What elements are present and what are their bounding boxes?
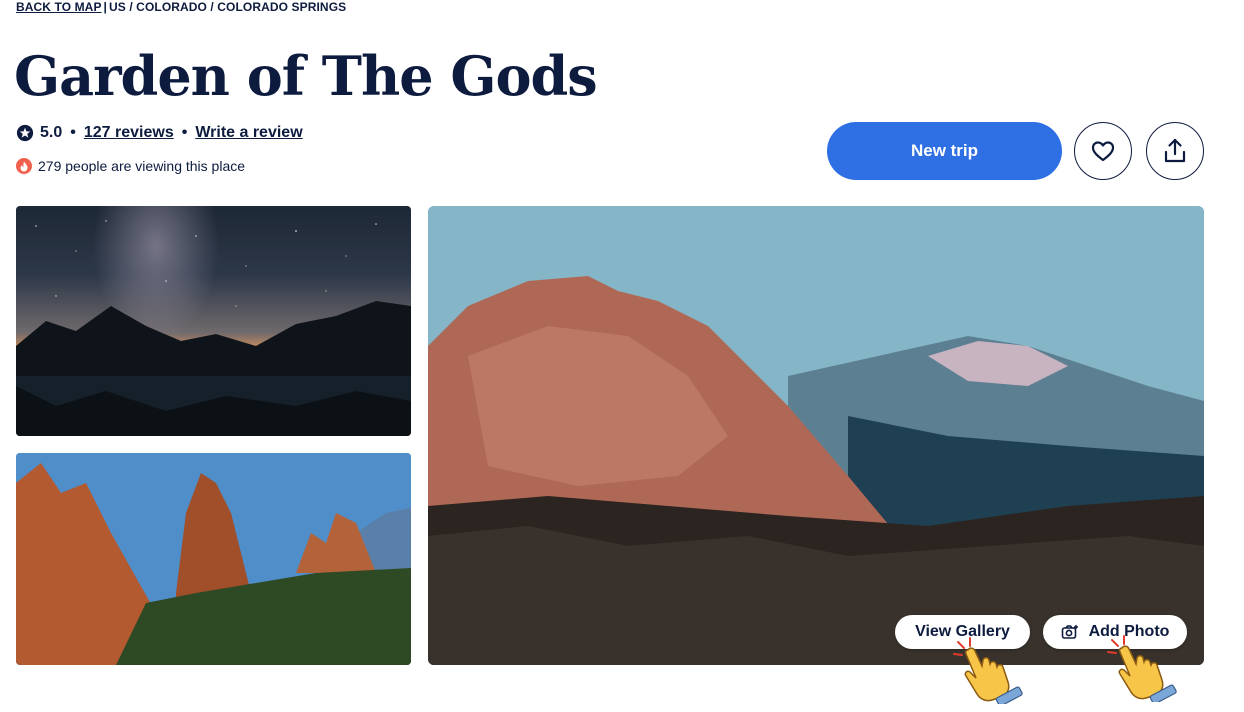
main-landscape-image [428,206,1204,665]
photo-main-garden-of-gods[interactable] [428,206,1204,665]
camera-add-icon [1061,625,1078,639]
share-button[interactable] [1146,122,1204,180]
pointer-hand-icon [953,637,1023,704]
viewing-text: 279 people are viewing this place [38,158,246,174]
star-icon [16,124,34,142]
night-lake-image [16,220,411,436]
reviews-link[interactable]: 127 reviews [84,124,174,142]
separator-dot: • [70,124,76,141]
pointer-hand-icon [1107,635,1177,702]
breadcrumb-separator: | [103,0,108,14]
fire-icon [16,158,32,174]
rating-value: 5.0 [40,124,63,141]
back-to-map-link[interactable]: BACK TO MAP [16,0,102,14]
heart-icon [1091,141,1115,162]
photo-thumbnail-night-lake[interactable] [16,206,411,436]
photo-thumbnail-red-rocks[interactable] [16,453,411,665]
page-title: Garden of The Gods [14,44,598,108]
viewing-indicator: 279 people are viewing this place [16,158,245,174]
breadcrumb: BACK TO MAP | US / COLORADO / COLORADO SPR… [16,0,346,14]
new-trip-button[interactable]: New trip [827,122,1062,180]
share-icon [1164,138,1186,163]
red-rocks-image [16,453,411,665]
breadcrumb-path: US / COLORADO / COLORADO SPRINGS [109,0,347,14]
favorite-button[interactable] [1074,122,1132,180]
write-review-link[interactable]: Write a review [195,124,302,142]
rating-row: 5.0 • 127 reviews • Write a review [16,124,303,142]
separator-dot: • [181,124,188,141]
